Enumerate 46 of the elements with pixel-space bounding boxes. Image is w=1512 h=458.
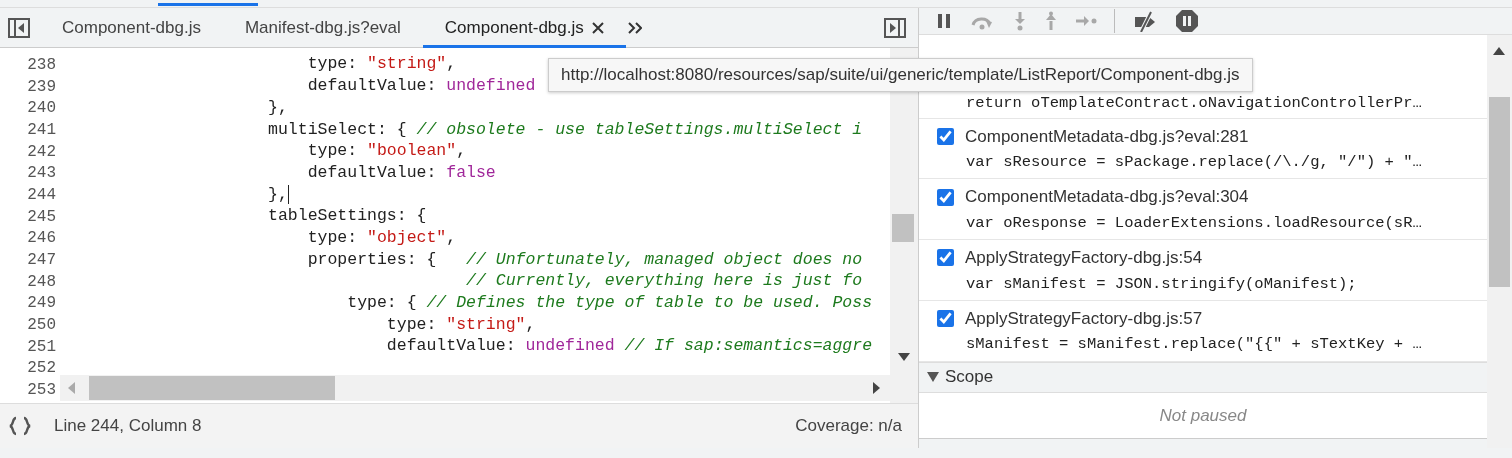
section-title[interactable]: Scope xyxy=(945,364,994,390)
line-number: 246 xyxy=(26,228,56,250)
breakpoint-location[interactable]: ApplyStrategyFactory-dbg.js:57 xyxy=(965,305,1203,332)
line-number: 241 xyxy=(26,119,56,141)
file-tab[interactable]: Manifest-dbg.js?eval xyxy=(222,7,423,48)
line-number: 253 xyxy=(26,380,56,402)
line-number: 242 xyxy=(26,141,56,163)
breakpoint-code: return oTemplateContract.oNavigationControllerPr… xyxy=(965,93,1423,115)
tooltip: http://localhost:8080/resources/sap/suite/ui/generic/template/ListReport/Component-dbg.js xyxy=(548,58,1253,92)
line-number: 245 xyxy=(26,206,56,228)
code-line: tableSettings: { xyxy=(267,205,427,228)
breakpoint-location[interactable]: ApplyStrategyFactory-dbg.js:54 xyxy=(965,245,1203,271)
code-line: defaultValue: false xyxy=(306,161,496,184)
code-line: defaultValue: undefined // If sap:semantics=aggre xyxy=(385,335,873,358)
code-line: defaultValue: undefined xyxy=(306,75,536,98)
breakpoint-code: var oResponse = LoaderExtensions.loadResource(sR… xyxy=(965,212,1423,234)
file-tab[interactable]: Component-dbg.js xyxy=(40,7,223,48)
line-number: 251 xyxy=(26,336,56,358)
cursor-position: Line 244, Column 8 xyxy=(54,415,202,438)
code-line: type: "string", xyxy=(306,53,457,76)
code-line: }, xyxy=(267,96,288,119)
code-line: multiSelect: { // obsolete - use tableSettings.multiSelect i xyxy=(267,118,863,141)
breakpoint-location[interactable]: ComponentMetadata-dbg.js?eval:304 xyxy=(965,184,1249,210)
line-number: 250 xyxy=(26,315,56,337)
line-number: 244 xyxy=(26,184,56,206)
code-line: type: { // Defines the type of table to be used. Poss xyxy=(346,292,873,315)
coverage-status: Coverage: n/a xyxy=(795,415,902,438)
code-line: type: "boolean", xyxy=(306,140,467,163)
line-number: 239 xyxy=(26,76,56,98)
code-line: }, xyxy=(267,183,288,206)
line-number: 248 xyxy=(26,271,56,293)
line-number: 249 xyxy=(26,293,56,315)
line-number: 243 xyxy=(26,163,56,185)
code-line: type: "object", xyxy=(306,226,457,249)
line-number: 252 xyxy=(26,358,56,380)
breakpoint-code: sManifest = sManifest.replace("{{" + sTextKey + … xyxy=(965,334,1423,356)
line-number: 247 xyxy=(26,250,56,272)
code-line: properties: { // Unfortunately, managed object does no xyxy=(306,248,863,271)
breakpoint-code: var sResource = sPackage.replace(/\./g, "/") + "… xyxy=(965,152,1423,173)
breakpoint-location[interactable]: ComponentMetadata-dbg.js?eval:281 xyxy=(965,123,1249,149)
code-line: type: "string", xyxy=(385,313,536,336)
line-number: 240 xyxy=(26,98,56,120)
line-number: 238 xyxy=(26,54,56,76)
scope-message: Not paused xyxy=(1158,404,1248,427)
breakpoint-code: var sManifest = JSON.stringify(oManifest); xyxy=(965,273,1358,295)
code-line: // Currently, everything here is just fo xyxy=(465,270,863,293)
